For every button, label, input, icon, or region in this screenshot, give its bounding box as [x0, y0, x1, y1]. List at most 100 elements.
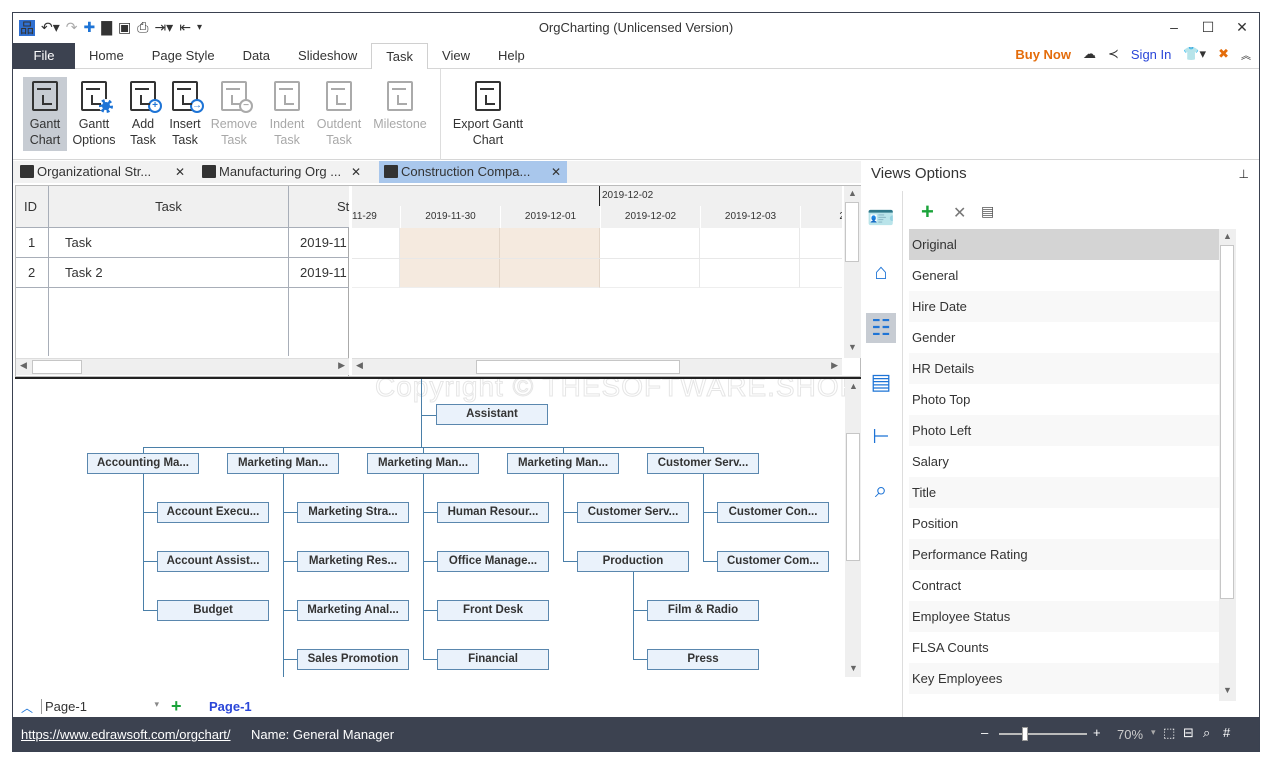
scroll-down-icon[interactable]: ▼ — [1223, 685, 1232, 695]
milestone-button[interactable]: Milestone — [369, 77, 431, 132]
gantt-options-button[interactable]: Gantt Options — [71, 77, 117, 148]
scroll-up-icon[interactable]: ▲ — [848, 188, 857, 198]
canvas-vertical-scrollbar[interactable]: ▲ ▼ — [845, 379, 861, 677]
org-node[interactable]: Customer Con... — [717, 502, 829, 523]
insert-task-button[interactable]: → Insert Task — [163, 77, 207, 148]
close-tab-icon[interactable]: ✕ — [351, 161, 361, 183]
scroll-left-icon[interactable]: ◀ — [356, 360, 363, 371]
tree-icon[interactable]: ⊢ — [866, 421, 896, 451]
buy-now-link[interactable]: Buy Now — [1015, 47, 1071, 62]
zoom-area-icon[interactable]: ⌕ — [1203, 725, 1210, 741]
org-node[interactable]: Office Manage... — [437, 551, 549, 572]
close-tab-icon[interactable]: ✕ — [175, 161, 185, 183]
org-node[interactable]: Marketing Stra... — [297, 502, 409, 523]
doc-tab[interactable]: Manufacturing Org ... ✕ — [197, 161, 367, 183]
delete-view-icon[interactable]: ✕ — [953, 203, 966, 223]
brush-icon[interactable]: ⌂ — [866, 257, 896, 287]
org-node-manager[interactable]: Marketing Man... — [507, 453, 619, 474]
menu-home[interactable]: Home — [75, 43, 138, 69]
view-list-item[interactable]: Salary — [909, 446, 1219, 477]
menu-data[interactable]: Data — [229, 43, 284, 69]
view-list-item[interactable]: Photo Top — [909, 384, 1219, 415]
menu-help[interactable]: Help — [484, 43, 539, 69]
indent-task-button[interactable]: Indent Task — [265, 77, 309, 148]
view-list-item[interactable]: Employee Status — [909, 601, 1219, 632]
grid-icon[interactable]: # — [1223, 725, 1230, 740]
org-node[interactable]: Budget — [157, 600, 269, 621]
apps-icon[interactable]: ✖ — [1218, 46, 1229, 62]
org-node-manager[interactable]: Marketing Man... — [367, 453, 479, 474]
views-list-scrollbar[interactable]: ▲ ▼ — [1219, 229, 1236, 701]
scroll-thumb[interactable] — [476, 360, 680, 374]
scroll-thumb[interactable] — [846, 433, 860, 561]
scroll-up-icon[interactable]: ▲ — [849, 381, 858, 391]
view-list-item[interactable]: Original — [909, 229, 1219, 260]
table-row[interactable]: 2 Task 2 2019-11 — [16, 258, 349, 288]
org-node-manager[interactable]: Marketing Man... — [227, 453, 339, 474]
org-node[interactable]: Account Execu... — [157, 502, 269, 523]
close-tab-icon[interactable]: ✕ — [551, 161, 561, 183]
col-header-id[interactable]: ID — [16, 186, 48, 228]
view-list-item[interactable]: Performance Rating — [909, 539, 1219, 570]
zoom-slider-thumb[interactable] — [1022, 727, 1029, 741]
org-node[interactable]: Human Resour... — [437, 502, 549, 523]
zoom-out-button[interactable]: – — [981, 725, 988, 740]
col-header-task[interactable]: Task — [48, 186, 288, 228]
sign-in-link[interactable]: Sign In — [1131, 47, 1171, 62]
remove-task-button[interactable]: − Remove Task — [209, 77, 259, 148]
org-node[interactable]: Marketing Anal... — [297, 600, 409, 621]
timeline-horizontal-scrollbar[interactable]: ◀ ▶ — [352, 358, 842, 375]
zoom-in-button[interactable]: + — [1093, 725, 1101, 740]
org-node[interactable]: Marketing Res... — [297, 551, 409, 572]
gantt-chart-button[interactable]: Gantt Chart — [23, 77, 67, 151]
page-select[interactable]: Page-1 ▾ — [41, 699, 159, 714]
minimize-button[interactable]: – — [1157, 13, 1191, 43]
expand-pages-icon[interactable]: ︿ — [21, 699, 33, 716]
views-list-icon[interactable]: ☷ — [866, 313, 896, 343]
gantt-vertical-scrollbar[interactable]: ▲ ▼ — [844, 186, 861, 358]
fit-page-icon[interactable]: ⬚ — [1163, 725, 1175, 741]
scroll-up-icon[interactable]: ▲ — [1223, 231, 1232, 241]
scroll-down-icon[interactable]: ▼ — [849, 663, 858, 673]
close-button[interactable]: ✕ — [1225, 13, 1259, 43]
org-node[interactable]: Customer Serv... — [577, 502, 689, 523]
org-node-manager[interactable]: Customer Serv... — [647, 453, 759, 474]
org-node[interactable]: Production — [577, 551, 689, 572]
org-node[interactable]: Customer Com... — [717, 551, 829, 572]
scroll-thumb[interactable] — [845, 202, 859, 262]
view-settings-icon[interactable]: ▤ — [981, 203, 994, 220]
view-list-item[interactable]: Title — [909, 477, 1219, 508]
view-list-item[interactable]: General — [909, 260, 1219, 291]
search-list-icon[interactable]: ⌕ — [866, 475, 896, 505]
scroll-down-icon[interactable]: ▼ — [848, 342, 857, 352]
zoom-dropdown-icon[interactable]: ▾ — [1151, 727, 1156, 738]
add-page-icon[interactable]: + — [171, 696, 182, 717]
col-header-start[interactable]: St — [288, 186, 349, 228]
org-chart-canvas[interactable]: Copyright © THESOFTWARE.SHOP Assistant Ac… — [15, 377, 861, 677]
employee-card-icon[interactable]: 🪪 — [866, 203, 896, 233]
org-node[interactable]: Press — [647, 649, 759, 670]
pin-icon[interactable]: ⊥ — [1239, 167, 1249, 181]
scroll-left-icon[interactable]: ◀ — [20, 360, 27, 371]
add-task-button[interactable]: + Add Task — [121, 77, 165, 148]
scroll-thumb[interactable] — [1220, 245, 1234, 599]
share-icon[interactable]: ≺ — [1108, 46, 1119, 62]
menu-view[interactable]: View — [428, 43, 484, 69]
menu-slideshow[interactable]: Slideshow — [284, 43, 371, 69]
page-tab[interactable]: Page-1 — [209, 699, 252, 714]
collapse-ribbon-icon[interactable]: ︽ — [1241, 47, 1251, 62]
view-list-item[interactable]: FLSA Counts — [909, 632, 1219, 663]
table-row[interactable]: 1 Task 2019-11 — [16, 228, 349, 258]
maximize-button[interactable]: ☐ — [1191, 13, 1225, 43]
view-list-item[interactable]: Gender — [909, 322, 1219, 353]
org-node[interactable]: Sales Promotion — [297, 649, 409, 670]
zoom-slider[interactable] — [999, 727, 1087, 741]
org-node[interactable]: Account Assist... — [157, 551, 269, 572]
org-node[interactable]: Film & Radio — [647, 600, 759, 621]
add-view-icon[interactable]: + — [921, 199, 934, 225]
menu-file[interactable]: File — [13, 43, 75, 69]
scroll-right-icon[interactable]: ▶ — [338, 360, 345, 371]
calendar-icon[interactable]: ▤ — [866, 367, 896, 397]
org-node[interactable]: Front Desk — [437, 600, 549, 621]
menu-page-style[interactable]: Page Style — [138, 43, 229, 69]
